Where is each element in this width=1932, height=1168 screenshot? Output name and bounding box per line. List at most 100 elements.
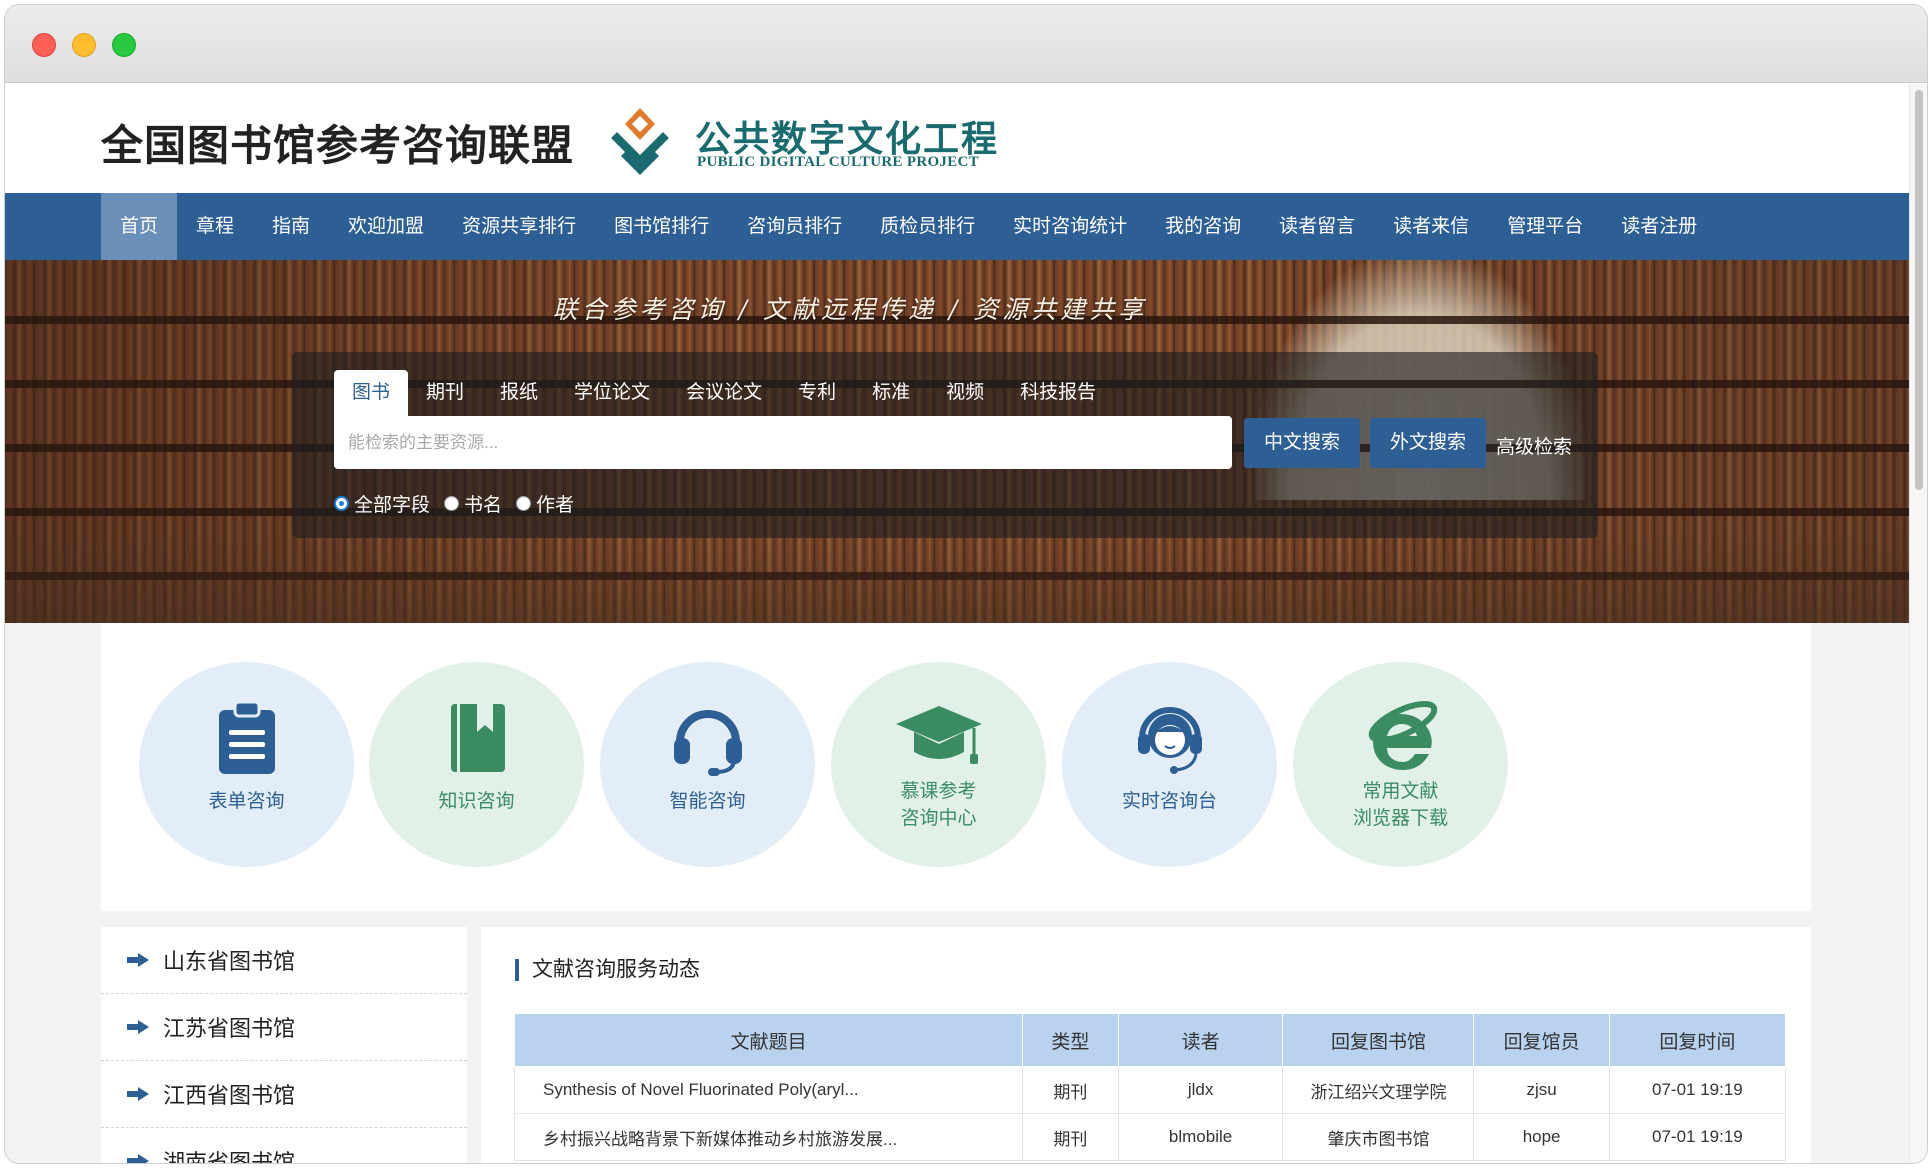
- nav-item[interactable]: 管理平台: [1488, 193, 1602, 260]
- hero-banner: 联合参考咨询 / 文献远程传递 / 资源共建共享 图书 期刊 报纸 学位论文 会议论文专…: [5, 260, 1909, 623]
- library-list: 山东省图书馆江苏省图书馆 江西省图书馆湖南省图书馆: [101, 927, 467, 1163]
- arrow-right-icon: [127, 953, 163, 967]
- library-link[interactable]: 湖南省图书馆: [101, 1128, 467, 1163]
- table-cell: 肇庆市图书馆: [1282, 1113, 1475, 1161]
- service-label-line2: 浏览器下载: [1352, 808, 1448, 829]
- search-panel: 图书期刊报纸学位论文会议论文专利标准视频科技报告 中文搜索 外文搜索 高级检索 …: [292, 352, 1598, 538]
- service-label: 实时咨询台: [1121, 791, 1217, 812]
- dynamics-title: 文献咨询服务动态: [515, 959, 700, 981]
- column-header: 文献题目: [513, 1013, 1024, 1067]
- arrow-right-icon: [127, 1020, 163, 1034]
- service-graduation-cap-entry[interactable]: 慕课参考 咨询中心: [831, 662, 1046, 867]
- nav-item[interactable]: 读者留言: [1260, 193, 1374, 260]
- library-link[interactable]: 江西省图书馆: [101, 1061, 467, 1128]
- service-ie-browser-entry[interactable]: 常用文献 浏览器下载: [1293, 662, 1508, 867]
- foreign-search-button[interactable]: 外文搜索: [1370, 418, 1487, 468]
- service-book-entry[interactable]: 知识咨询: [369, 662, 584, 867]
- page-scrollbar[interactable]: [1909, 84, 1927, 1163]
- support-agent-icon: [1062, 698, 1277, 778]
- search-tab[interactable]: 报纸: [482, 370, 556, 416]
- service-label: 智能咨询: [669, 791, 746, 812]
- service-support-agent-entry[interactable]: 实时咨询台: [1062, 662, 1277, 867]
- logo-english-text: PUBLIC DIGITAL CULTURE PROJECT: [697, 154, 979, 170]
- search-tab[interactable]: 标准: [854, 370, 928, 416]
- search-field-radio[interactable]: 书名: [444, 490, 502, 517]
- service-label: 常用文献: [1362, 781, 1439, 802]
- table-cell: 浙江绍兴文理学院: [1282, 1066, 1475, 1114]
- nav-item[interactable]: 章程: [177, 193, 253, 260]
- search-tab[interactable]: 专利: [780, 370, 854, 416]
- nav-item[interactable]: 读者注册: [1602, 193, 1716, 260]
- nav-item[interactable]: 实时咨询统计: [994, 193, 1146, 260]
- close-window-button[interactable]: [32, 33, 56, 57]
- nav-item[interactable]: 图书馆排行: [595, 193, 728, 260]
- banner-floor: [5, 533, 1909, 623]
- nav-item[interactable]: 我的咨询: [1146, 193, 1260, 260]
- ie-browser-icon: [1293, 698, 1508, 778]
- table-cell: jldx: [1117, 1066, 1284, 1114]
- banner-slogan: 联合参考咨询 / 文献远程传递 / 资源共建共享: [552, 295, 1148, 324]
- nav-item[interactable]: 资源共享排行: [443, 193, 595, 260]
- chinese-search-button[interactable]: 中文搜索: [1244, 418, 1361, 468]
- table-cell: zjsu: [1473, 1066, 1610, 1114]
- radio-button[interactable]: [516, 496, 532, 511]
- table-cell: 07-01 19:19: [1608, 1113, 1787, 1161]
- table-cell: 07-01 19:19: [1608, 1066, 1787, 1114]
- library-name: 湖南省图书馆: [163, 1150, 296, 1163]
- minimize-window-button[interactable]: [72, 33, 96, 57]
- pdcp-logo-icon[interactable]: [607, 106, 673, 178]
- service-dynamics-panel: 文献咨询服务动态 文献题目 类型 读者 回复图书馆 回复馆员 回复时间 Synthesis…: [481, 927, 1811, 1163]
- scrollbar-thumb[interactable]: [1915, 90, 1923, 490]
- service-label: 表单咨询: [208, 791, 285, 812]
- service-label-line2: 咨询中心: [900, 808, 977, 829]
- radio-button[interactable]: [334, 496, 349, 511]
- search-tab[interactable]: 科技报告: [1002, 370, 1114, 416]
- nav-item[interactable]: 指南: [253, 193, 329, 260]
- search-field-options: 全部字段 书名 作者: [334, 490, 588, 517]
- nav-item[interactable]: 欢迎加盟: [329, 193, 443, 260]
- radio-label: 作者: [536, 495, 575, 516]
- search-tab[interactable]: 图书: [334, 370, 409, 416]
- column-header: 回复图书馆: [1282, 1013, 1475, 1067]
- table-cell: 期刊: [1022, 1113, 1119, 1161]
- service-clipboard-entry[interactable]: 表单咨询: [139, 662, 354, 867]
- site-title[interactable]: 全国图书馆参考咨询联盟: [101, 112, 574, 173]
- main-nav: 首页 章程 指南 欢迎加盟 资源共享排行 图书馆排行 咨询员排行 质检员排行 实时咨询统计 我的咨…: [5, 193, 1909, 260]
- graduation-cap-icon: [831, 698, 1046, 778]
- service-headset-entry[interactable]: 智能咨询: [600, 662, 815, 867]
- library-name: 江苏省图书馆: [163, 1016, 296, 1041]
- search-input[interactable]: [334, 416, 1232, 469]
- document-title-cell[interactable]: 乡村振兴战略背景下新媒体推动乡村旅游发展...: [513, 1113, 1024, 1161]
- search-tab[interactable]: 视频: [928, 370, 1002, 416]
- maximize-window-button[interactable]: [112, 33, 136, 57]
- library-link[interactable]: 山东省图书馆: [101, 927, 467, 994]
- nav-item[interactable]: 咨询员排行: [728, 193, 861, 260]
- library-link[interactable]: 江苏省图书馆: [101, 994, 467, 1061]
- radio-label: 全部字段: [354, 495, 431, 516]
- nav-item[interactable]: 首页: [101, 193, 178, 260]
- dynamics-table: 文献题目 类型 读者 回复图书馆 回复馆员 回复时间 Synthesis of Novel…: [513, 1013, 1787, 1161]
- search-field-radio[interactable]: 全部字段: [334, 490, 430, 517]
- search-tab[interactable]: 期刊: [408, 370, 482, 416]
- table-cell: hope: [1473, 1113, 1610, 1161]
- search-tab[interactable]: 会议论文: [668, 370, 780, 416]
- nav-item[interactable]: 读者来信: [1374, 193, 1488, 260]
- table-row[interactable]: 乡村振兴战略背景下新媒体推动乡村旅游发展... 期刊 blmobile 肇庆市图书馆 h…: [513, 1113, 1787, 1161]
- arrow-right-icon: [127, 1087, 163, 1101]
- browser-window: 全国图书馆参考咨询联盟 公共数字文化工程 PUBLIC DIGITAL CULT…: [5, 5, 1927, 1163]
- search-tab[interactable]: 学位论文: [556, 370, 668, 416]
- advanced-search-link[interactable]: 高级检索: [1496, 432, 1572, 459]
- search-field-radio[interactable]: 作者: [516, 490, 574, 517]
- headset-icon: [600, 698, 815, 778]
- table-cell: 期刊: [1022, 1066, 1119, 1114]
- service-label: 知识咨询: [438, 791, 515, 812]
- library-name: 江西省图书馆: [163, 1083, 296, 1108]
- radio-button[interactable]: [444, 496, 460, 511]
- nav-item[interactable]: 质检员排行: [861, 193, 994, 260]
- table-row[interactable]: Synthesis of Novel Fluorinated Poly(aryl…: [513, 1066, 1787, 1114]
- service-entries: 表单咨询 知识咨询 智能咨询 慕课参考 咨询中心实时咨询台 常用文献浏览器下载: [101, 623, 1811, 911]
- table-cell: blmobile: [1117, 1113, 1284, 1161]
- document-title-cell[interactable]: Synthesis of Novel Fluorinated Poly(aryl…: [513, 1066, 1024, 1114]
- search-type-tabs: 图书 期刊 报纸 学位论文 会议论文 专利 标准 视频 科技报告: [334, 370, 1114, 416]
- arrow-right-icon: [127, 1154, 163, 1163]
